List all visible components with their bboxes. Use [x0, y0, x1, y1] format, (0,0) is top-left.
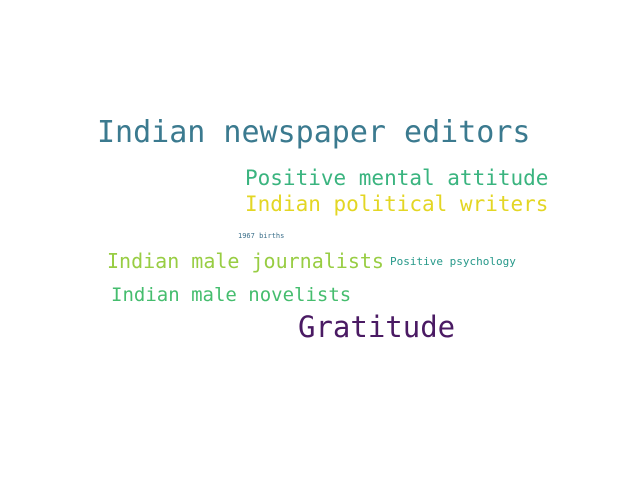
word-cloud: Indian newspaper editors Positive mental…	[0, 0, 640, 480]
word-indian-newspaper-editors: Indian newspaper editors	[97, 115, 531, 150]
word-1967-births: 1967 births	[238, 232, 285, 240]
word-gratitude: Gratitude	[298, 310, 456, 344]
word-indian-political-writers: Indian political writers	[245, 192, 549, 216]
word-indian-male-novelists: Indian male novelists	[111, 284, 352, 306]
word-indian-male-journalists: Indian male journalists	[107, 249, 384, 273]
word-positive-psychology: Positive psychology	[390, 255, 516, 268]
word-positive-mental-attitude: Positive mental attitude	[245, 166, 549, 190]
